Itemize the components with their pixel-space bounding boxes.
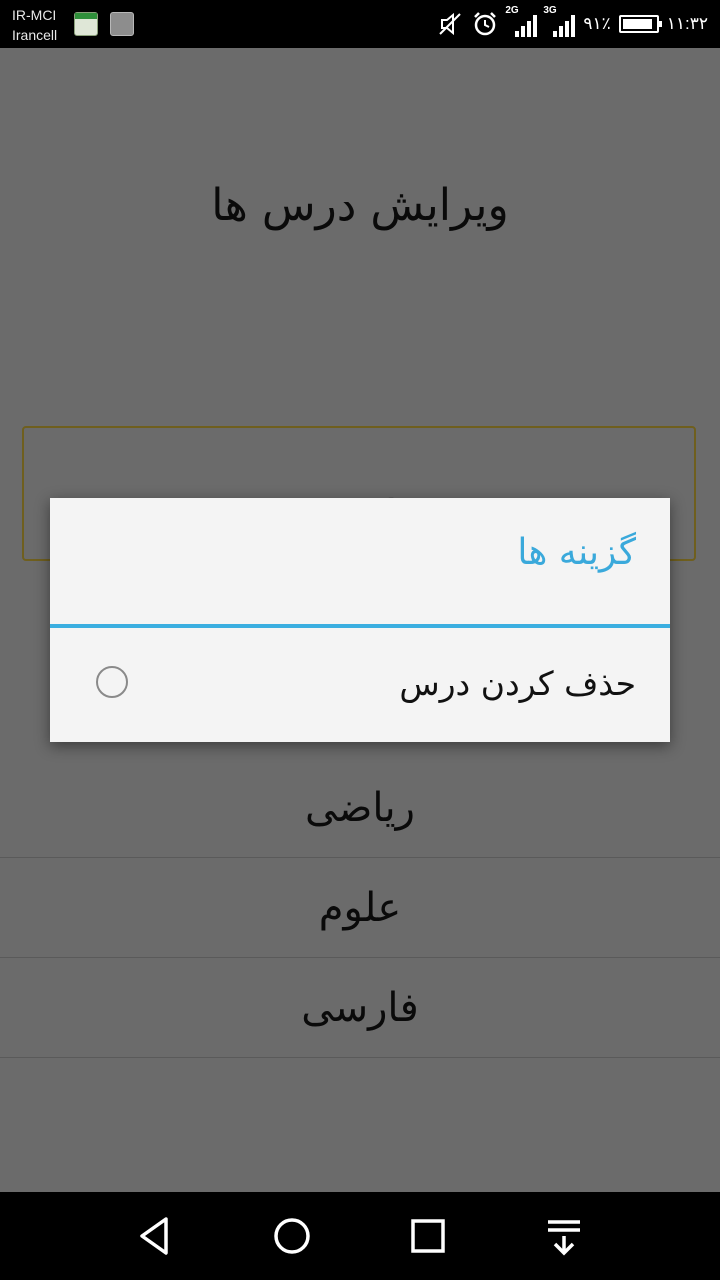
clock: ۱۱:۳۲ <box>666 14 708 33</box>
image-notification-icon <box>110 12 134 36</box>
alarm-icon <box>474 12 497 36</box>
carrier-info: IR-MCI Irancell <box>12 5 57 45</box>
list-item[interactable]: فارسی <box>0 958 720 1058</box>
back-icon[interactable] <box>130 1210 182 1262</box>
recents-icon[interactable] <box>402 1210 454 1262</box>
status-right: 2G 3G ۹۱٪ ۱۱:۳۲ <box>437 5 708 38</box>
carrier-1: IR-MCI <box>12 7 57 23</box>
signal-icon-1: 2G <box>505 5 538 37</box>
list-item[interactable]: علوم <box>0 858 720 958</box>
lesson-list: ریاضی علوم فارسی <box>0 758 720 1058</box>
page-title: ویرایش درس ها <box>211 180 509 231</box>
delete-lesson-option[interactable]: حذف کردن درس <box>50 628 670 740</box>
list-item[interactable]: ریاضی <box>0 758 720 858</box>
lesson-label: ریاضی <box>305 784 415 831</box>
delete-lesson-label: حذف کردن درس <box>399 664 636 703</box>
battery-percent: ۹۱٪ <box>583 14 611 33</box>
navigation-bar <box>0 1192 720 1280</box>
lesson-label: فارسی <box>301 984 419 1031</box>
battery-icon <box>618 15 662 33</box>
lesson-label: علوم <box>318 884 402 931</box>
status-bar: IR-MCI Irancell 2G 3G ۹۱٪ ۱۱:۳۲ <box>0 0 720 48</box>
mute-icon <box>439 12 462 36</box>
carrier-2: Irancell <box>12 27 58 43</box>
signal-icon-2: 3G <box>543 5 576 37</box>
radio-button[interactable] <box>96 666 128 698</box>
notification-pull-icon[interactable] <box>538 1210 590 1262</box>
options-dialog: گزینه ها حذف کردن درس <box>50 498 670 742</box>
dialog-title: گزینه ها <box>517 532 636 573</box>
app-notification-icon <box>74 12 98 36</box>
home-icon[interactable] <box>266 1210 318 1262</box>
